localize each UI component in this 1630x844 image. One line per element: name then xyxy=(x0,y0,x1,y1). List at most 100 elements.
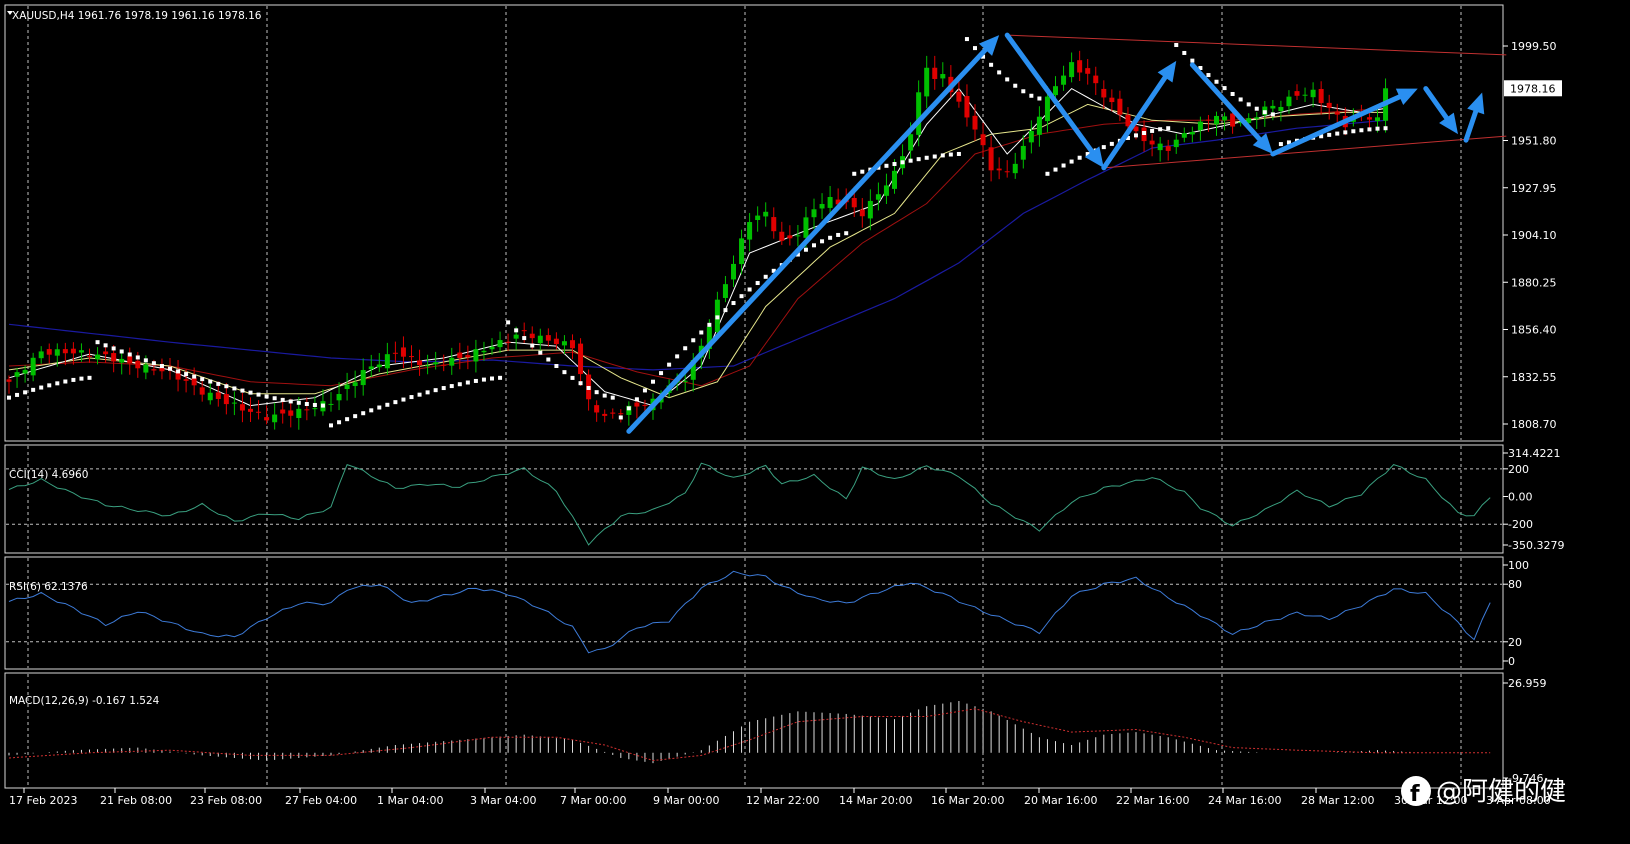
sar-dot xyxy=(594,390,599,395)
sar-dot xyxy=(143,358,148,363)
candle-body xyxy=(1125,114,1131,127)
sar-dot xyxy=(111,346,116,351)
candle-body xyxy=(1173,139,1179,148)
sar-dot xyxy=(892,162,897,167)
candle-body xyxy=(545,335,551,341)
candle-body xyxy=(1278,106,1284,112)
sar-dot xyxy=(691,338,696,343)
sar-dot xyxy=(1029,93,1034,98)
candle-body xyxy=(215,392,221,399)
candle-body xyxy=(634,402,640,407)
candle-body xyxy=(1310,89,1316,98)
candle-body xyxy=(505,341,511,343)
symbol-header: XAUUSD,H4 1961.76 1978.19 1961.16 1978.1… xyxy=(12,10,262,22)
sar-dot xyxy=(1262,110,1267,115)
sar-dot xyxy=(481,377,486,382)
rsi-axis-label: 100 xyxy=(1508,559,1529,572)
sar-dot xyxy=(916,157,921,162)
candle-body xyxy=(892,170,897,189)
candle-body xyxy=(336,394,342,401)
macd-label: MACD(12,26,9) -0.167 1.524 xyxy=(9,695,160,707)
time-label: 24 Mar 16:00 xyxy=(1208,794,1281,807)
candle-body xyxy=(70,348,76,354)
candle-body xyxy=(223,394,229,405)
sar-dot xyxy=(803,247,808,252)
candle-body xyxy=(272,414,278,423)
sar-dot xyxy=(7,395,11,400)
time-label: 28 Mar 12:00 xyxy=(1301,794,1374,807)
sar-dot xyxy=(256,392,261,397)
candle-body xyxy=(328,403,334,405)
candle-body xyxy=(248,408,253,412)
candle-body xyxy=(956,91,962,102)
candle-body xyxy=(489,346,495,350)
candle-body xyxy=(264,417,270,421)
candle-body xyxy=(344,384,350,389)
sar-dot xyxy=(820,239,825,244)
sar-dot xyxy=(514,328,519,333)
sar-dot xyxy=(844,231,849,236)
sar-dot xyxy=(1053,167,1058,172)
sar-dot xyxy=(240,388,245,393)
candle-body xyxy=(1077,60,1083,73)
sar-dot xyxy=(546,357,551,362)
sar-dot xyxy=(490,376,494,381)
candle-body xyxy=(1286,96,1292,107)
sar-dot xyxy=(828,235,833,240)
candle-body xyxy=(425,365,431,367)
sar-dot xyxy=(924,155,929,160)
sar-dot xyxy=(23,390,28,395)
sar-dot xyxy=(353,414,358,419)
time-label: 20 Mar 16:00 xyxy=(1024,794,1097,807)
rsi-axis-label: 0 xyxy=(1508,655,1515,668)
sar-dot xyxy=(441,386,446,391)
sar-dot xyxy=(216,381,221,386)
sar-dot xyxy=(103,343,108,348)
candle-body xyxy=(739,238,745,265)
sar-dot xyxy=(634,397,639,402)
candle-body xyxy=(1254,117,1260,119)
candle-body xyxy=(883,185,889,196)
candle-body xyxy=(988,147,994,171)
candle-body xyxy=(875,194,881,200)
price-label: 1999.50 xyxy=(1511,40,1557,53)
sar-dot xyxy=(79,376,84,381)
sar-dot xyxy=(715,315,720,320)
candle-body xyxy=(1230,113,1236,127)
sar-dot xyxy=(1134,133,1138,138)
candle-body xyxy=(1157,143,1163,151)
candle-body xyxy=(384,354,390,369)
candle-body xyxy=(54,349,60,356)
candle-body xyxy=(1085,68,1091,74)
candle-body xyxy=(191,377,197,386)
sar-dot xyxy=(683,346,688,351)
trading-chart[interactable]: XAUUSD,H4 1961.76 1978.19 1961.16 1978.1… xyxy=(0,0,1630,844)
cci-axis-label: -350.3279 xyxy=(1508,539,1564,552)
sar-dot xyxy=(1367,127,1372,132)
candle-body xyxy=(602,413,608,416)
sar-dot xyxy=(1343,130,1348,135)
candle-body xyxy=(570,340,575,349)
candle-body xyxy=(1020,145,1026,160)
candle-body xyxy=(352,382,358,387)
sar-dot xyxy=(498,375,503,380)
time-label: 17 Feb 2023 xyxy=(9,794,77,807)
candle-body xyxy=(14,372,20,377)
candle-body xyxy=(553,338,559,345)
sar-dot xyxy=(578,381,583,386)
candle-body xyxy=(183,379,189,381)
sar-dot xyxy=(320,403,325,408)
time-label: 22 Mar 16:00 xyxy=(1116,794,1189,807)
sar-dot xyxy=(248,390,253,395)
sar-dot xyxy=(280,397,285,402)
candle-body xyxy=(111,353,117,362)
sar-dot xyxy=(288,399,293,404)
candle-body xyxy=(867,200,873,219)
candle-body xyxy=(400,347,406,357)
sar-dot xyxy=(610,395,615,400)
sar-dot xyxy=(908,158,913,163)
candle-body xyxy=(199,387,205,395)
candle-body xyxy=(1222,116,1228,121)
sar-dot xyxy=(417,392,422,397)
sar-dot xyxy=(224,384,229,389)
